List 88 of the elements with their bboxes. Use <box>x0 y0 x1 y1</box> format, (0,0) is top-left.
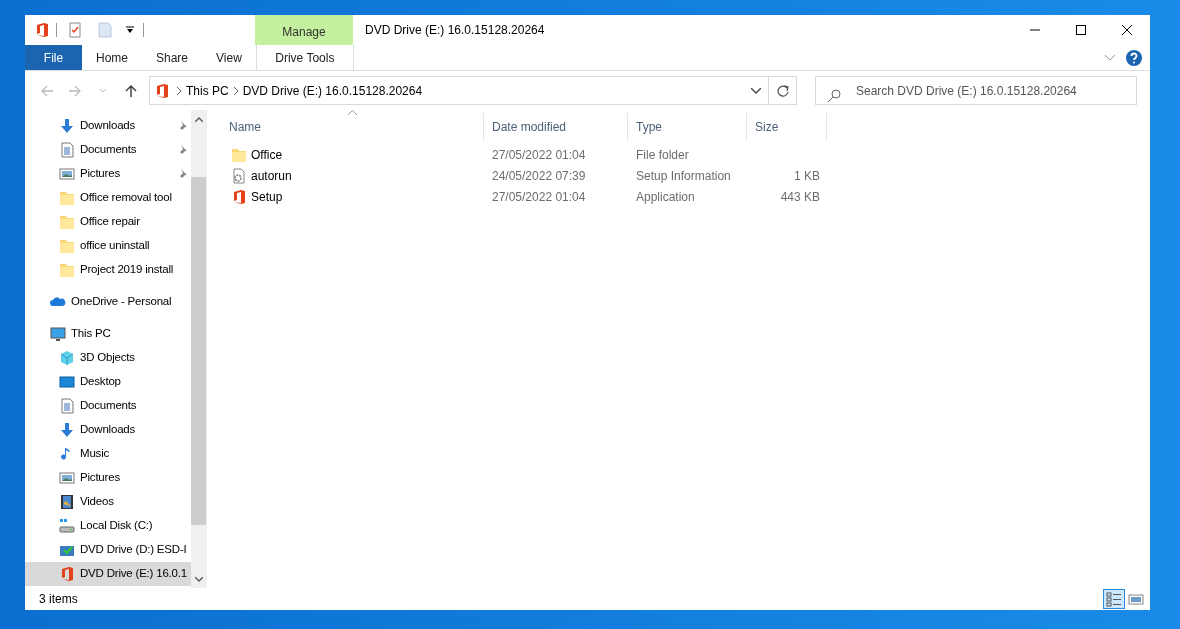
table-cell: 24/05/2022 07:39 <box>492 168 586 183</box>
office-logo-icon <box>154 82 170 99</box>
table-cell: 443 KB <box>780 189 820 204</box>
breadcrumb-link[interactable]: This PC <box>182 81 233 100</box>
nav-item[interactable]: Project 2019 install <box>25 258 191 282</box>
arrow-up-icon <box>125 84 137 97</box>
table-cell: Setup Information <box>636 168 731 183</box>
breadcrumb-link[interactable]: DVD Drive (E:) 16.0.15128.20264 <box>238 81 427 100</box>
chevron-down-icon <box>194 576 203 582</box>
nav-item[interactable]: Downloads <box>25 418 191 442</box>
ribbon-tab[interactable]: Share <box>142 45 203 70</box>
sort-ascending-icon <box>348 110 357 115</box>
search-icon <box>827 89 841 103</box>
close-icon <box>1122 25 1132 35</box>
ribbon-tab[interactable]: Home <box>82 45 142 70</box>
column-header[interactable]: Name <box>221 113 484 141</box>
nav-item[interactable]: Office repair <box>25 210 191 234</box>
nav-item[interactable]: DVD Drive (D:) ESD-I <box>25 538 191 562</box>
folder-icon <box>59 238 75 254</box>
file-name[interactable]: Setup <box>251 187 283 206</box>
list-icon <box>1106 591 1122 607</box>
scrollbar-thumb[interactable] <box>191 177 206 525</box>
chevron-right-icon <box>232 86 239 95</box>
folder-icon <box>231 146 247 163</box>
nav-item[interactable]: Pictures <box>25 162 191 186</box>
nav-item[interactable]: Music <box>25 442 191 466</box>
arrow-left-icon <box>41 84 53 97</box>
nav-item[interactable]: 3D Objects <box>25 346 191 370</box>
monitor-icon <box>50 326 66 342</box>
document-icon <box>59 398 75 414</box>
settings-file-icon <box>231 167 247 184</box>
table-cell: 27/05/2022 01:04 <box>492 189 586 204</box>
film-icon <box>59 494 75 510</box>
nav-item[interactable]: Documents <box>25 138 191 162</box>
file-name[interactable]: autorun <box>251 166 292 185</box>
column-header[interactable]: Type <box>628 113 747 141</box>
nav-item[interactable]: Videos <box>25 490 191 514</box>
status-text: 3 items <box>39 591 78 608</box>
folder-icon <box>59 190 75 206</box>
folder-icon <box>59 214 75 230</box>
nav-item[interactable]: Local Disk (C:) <box>25 514 191 538</box>
cube-icon <box>59 350 75 366</box>
help-icon <box>1126 49 1142 66</box>
picture-icon <box>1128 591 1144 607</box>
office-logo-icon <box>59 566 75 582</box>
table-cell: File folder <box>636 147 689 162</box>
details-view-button[interactable] <box>1103 589 1125 609</box>
chevron-down-icon <box>751 87 761 94</box>
nav-item[interactable]: This PC <box>25 322 191 346</box>
contextual-tab-group: Manage <box>255 15 353 45</box>
nav-item[interactable]: Documents <box>25 394 191 418</box>
office-logo-icon <box>231 188 247 205</box>
file-tab[interactable]: File <box>25 45 82 70</box>
arrow-right-icon <box>69 84 81 97</box>
chevron-right-icon <box>176 86 182 95</box>
download-arrow-icon <box>59 422 75 438</box>
nav-item[interactable]: Downloads <box>25 114 191 138</box>
table-cell: 27/05/2022 01:04 <box>492 147 586 162</box>
office-logo-icon <box>34 22 50 38</box>
blank-page-icon <box>98 22 112 38</box>
picture-icon <box>59 470 75 486</box>
folder-icon <box>59 262 75 278</box>
address-bar[interactable]: This PC DVD Drive (E:) 16.0.15128.20264 <box>149 76 797 105</box>
chevron-up-icon <box>194 116 203 122</box>
ribbon-tab[interactable]: View <box>202 45 256 70</box>
desktop-icon <box>59 374 75 390</box>
chevron-down-icon <box>1105 54 1115 61</box>
document-icon <box>59 142 75 158</box>
search-field[interactable]: Search DVD Drive (E:) 16.0.15128.20264 <box>815 76 1137 105</box>
file-name[interactable]: Office <box>251 145 283 164</box>
table-cell: 1 KB <box>794 168 820 183</box>
nav-item[interactable]: Pictures <box>25 466 191 490</box>
column-header[interactable]: Date modified <box>484 113 628 141</box>
picture-icon <box>59 166 75 182</box>
nav-item[interactable]: office uninstall <box>25 234 191 258</box>
column-header[interactable]: Size <box>747 113 827 141</box>
refresh-icon <box>776 84 789 97</box>
nav-item[interactable]: Desktop <box>25 370 191 394</box>
nav-item[interactable]: OneDrive - Personal <box>25 290 191 314</box>
table-cell: Application <box>636 189 695 204</box>
nav-item[interactable]: DVD Drive (E:) 16.0.1 <box>25 562 191 586</box>
hard-drive-icon <box>59 518 75 534</box>
window-title: DVD Drive (E:) 16.0.15128.20264 <box>364 22 546 39</box>
maximize-icon <box>1076 25 1086 35</box>
checklist-icon <box>67 22 83 38</box>
caret-icon <box>126 26 134 34</box>
nav-item[interactable]: Office removal tool <box>25 186 191 210</box>
download-arrow-icon <box>59 118 75 134</box>
